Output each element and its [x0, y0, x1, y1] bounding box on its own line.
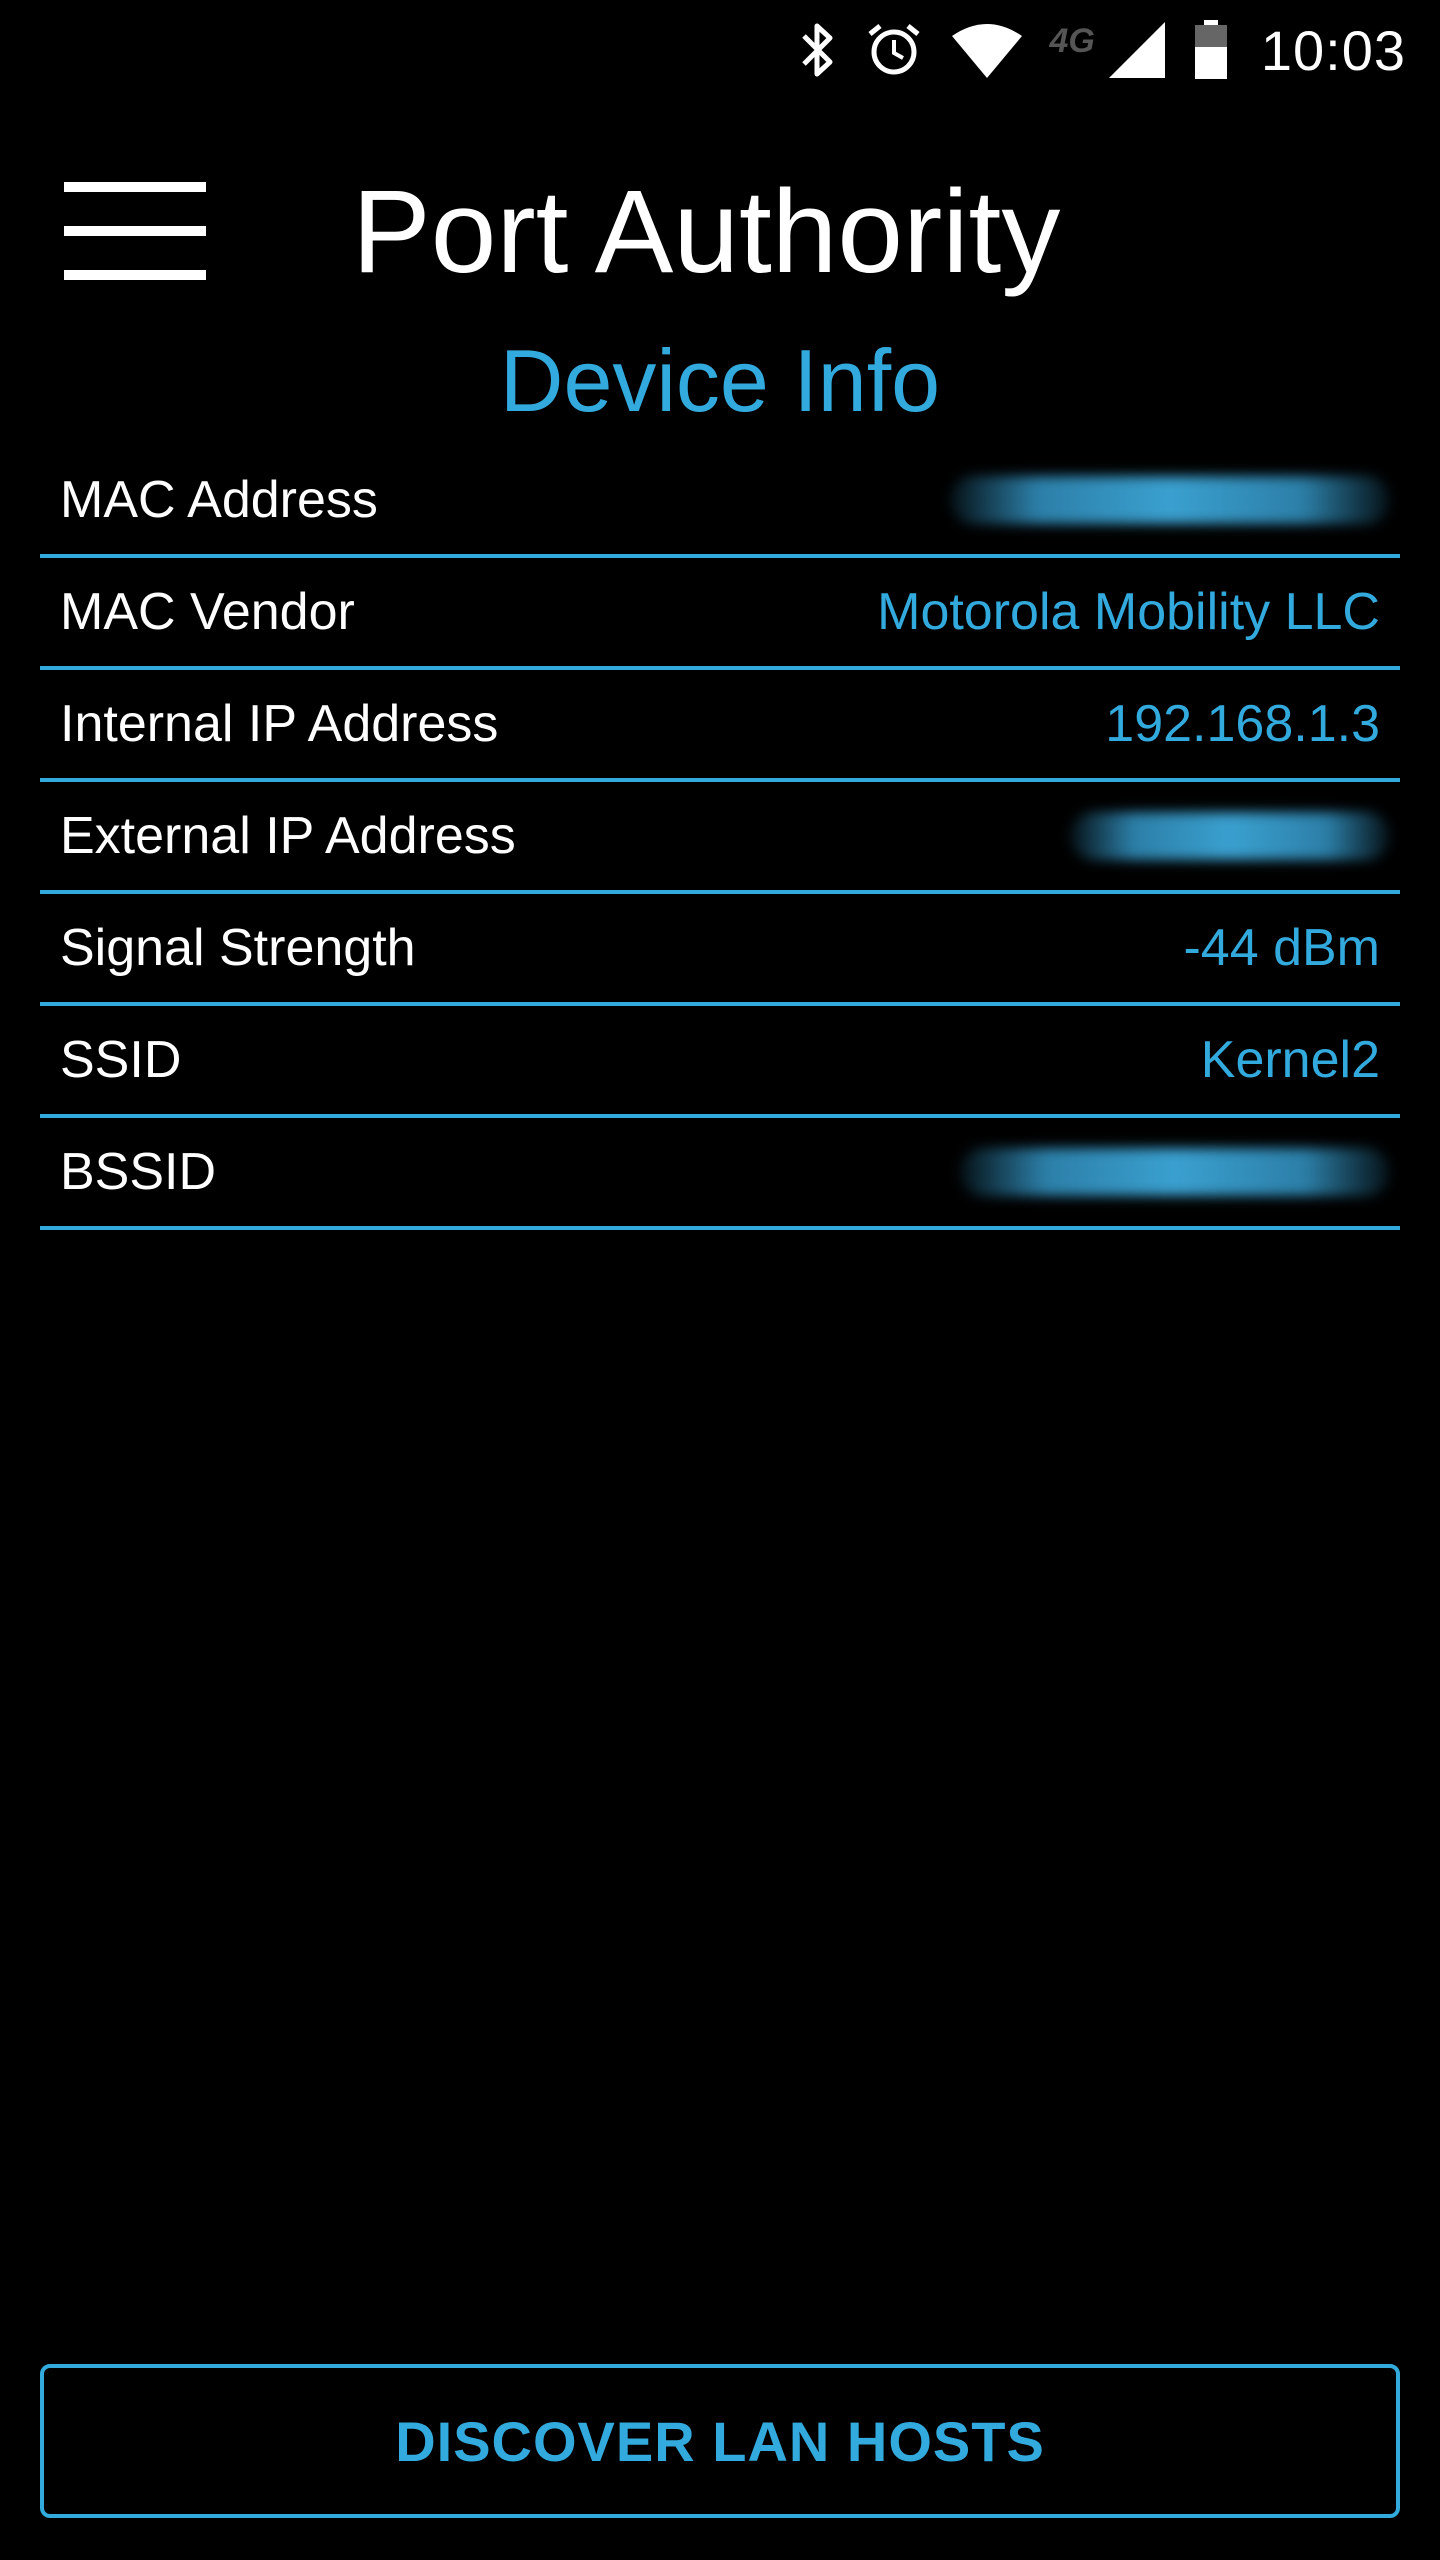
- info-label: MAC Vendor: [60, 583, 355, 641]
- info-label: MAC Address: [60, 471, 378, 529]
- info-value: 192.168.1.3: [1105, 695, 1380, 753]
- info-row-signal-strength: Signal Strength -44 dBm: [40, 894, 1400, 1006]
- redacted-value: [1070, 812, 1390, 860]
- lte-icon: 4G: [1049, 22, 1095, 60]
- info-row-external-ip: External IP Address: [40, 782, 1400, 894]
- redacted-value: [950, 476, 1390, 524]
- info-value: -44 dBm: [1183, 919, 1380, 977]
- info-label: Internal IP Address: [60, 695, 499, 753]
- info-row-bssid: BSSID: [40, 1118, 1400, 1230]
- status-bar: 4G 10:03: [0, 0, 1440, 100]
- info-label: External IP Address: [60, 807, 516, 865]
- info-label: BSSID: [60, 1143, 217, 1201]
- bluetooth-icon: [798, 20, 838, 80]
- info-label: SSID: [60, 1031, 182, 1089]
- discover-lan-hosts-button[interactable]: DISCOVER LAN HOSTS: [40, 2364, 1400, 2518]
- info-value: Motorola Mobility LLC: [877, 583, 1380, 641]
- device-info-list: MAC Address MAC Vendor Motorola Mobility…: [40, 446, 1400, 1230]
- hamburger-menu-icon[interactable]: [60, 182, 210, 292]
- wifi-icon: [950, 20, 1024, 80]
- app-title: Port Authority: [352, 166, 1061, 298]
- info-row-mac-address: MAC Address: [40, 446, 1400, 558]
- info-row-ssid: SSID Kernel2: [40, 1006, 1400, 1118]
- status-time: 10:03: [1260, 18, 1406, 82]
- battery-icon: [1193, 19, 1229, 81]
- alarm-icon: [864, 20, 924, 80]
- info-row-mac-vendor: MAC Vendor Motorola Mobility LLC: [40, 558, 1400, 670]
- app-toolbar: Port Authority: [0, 100, 1440, 298]
- cell-signal-icon: [1107, 20, 1167, 80]
- info-label: Signal Strength: [60, 919, 416, 977]
- section-title: Device Info: [499, 331, 941, 430]
- info-value: Kernel2: [1200, 1031, 1380, 1089]
- info-row-internal-ip: Internal IP Address 192.168.1.3: [40, 670, 1400, 782]
- redacted-value: [960, 1148, 1390, 1196]
